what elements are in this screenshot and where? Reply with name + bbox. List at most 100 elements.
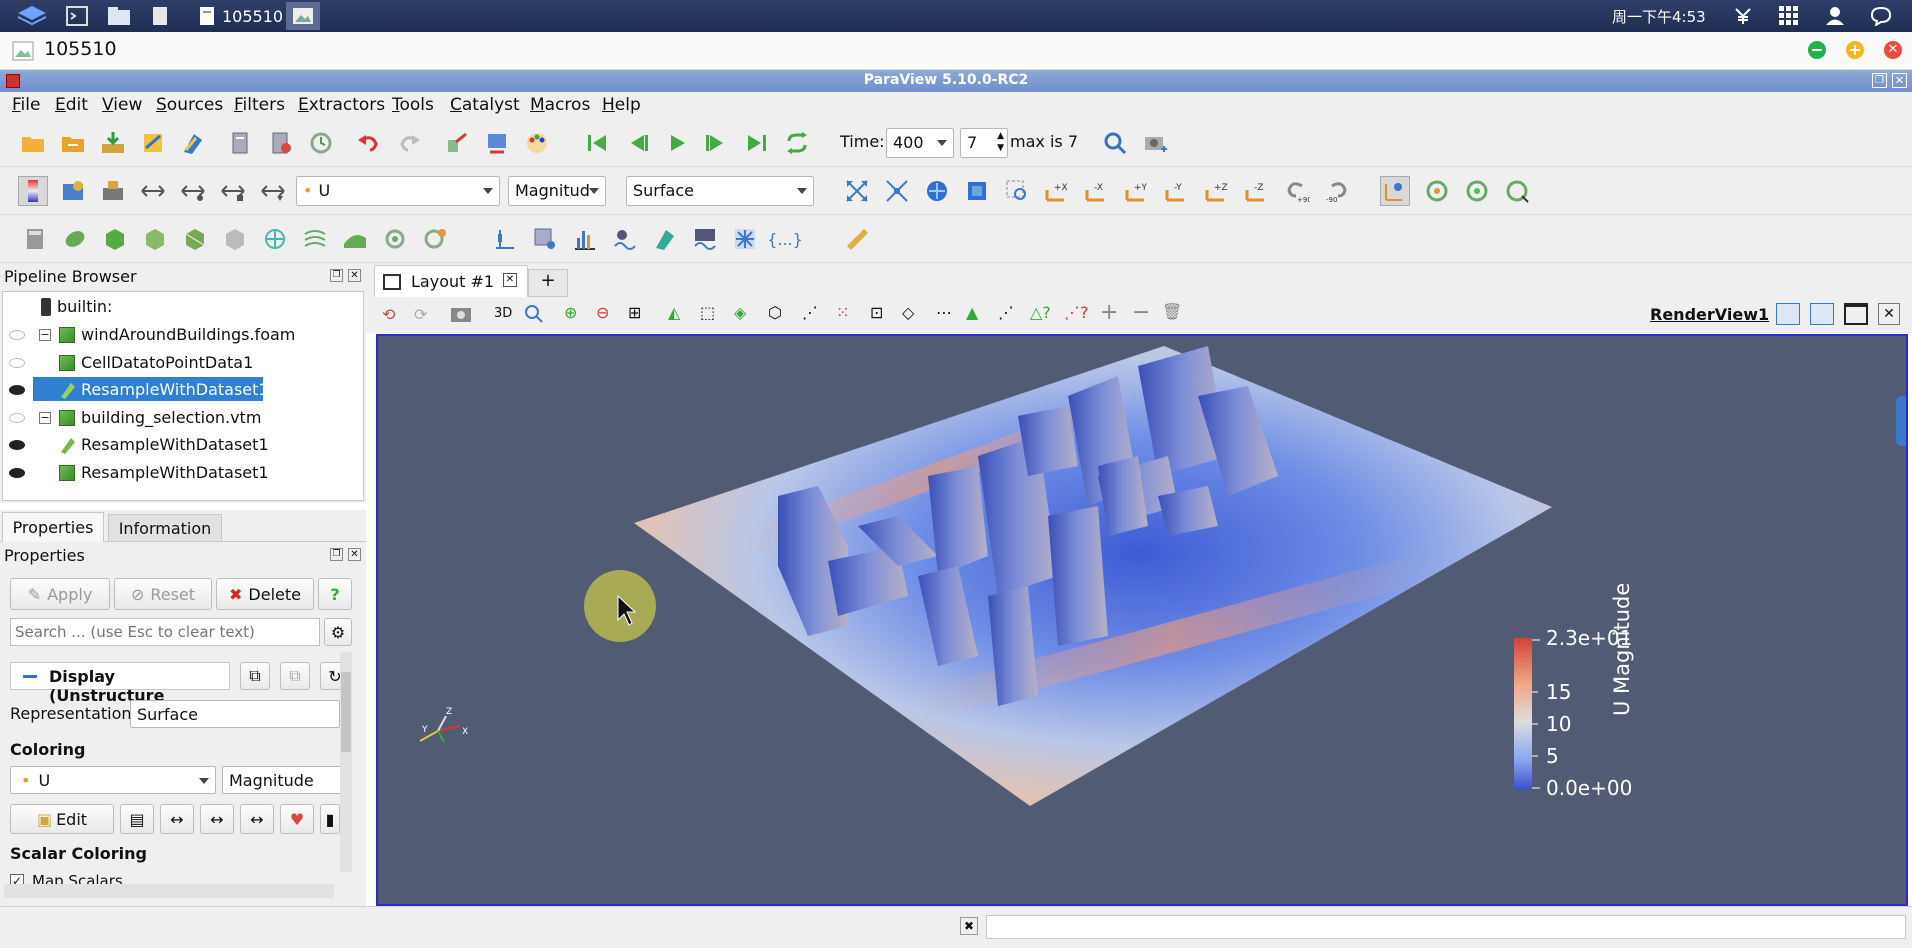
camera-capture-icon[interactable] bbox=[450, 303, 472, 327]
slice-icon[interactable] bbox=[140, 224, 170, 254]
menu-filters[interactable]: Filters bbox=[234, 95, 285, 115]
render-scene[interactable]: X Y Z bbox=[378, 336, 1906, 904]
view-minus-y-icon[interactable]: -Y bbox=[1162, 176, 1192, 206]
menu-view[interactable]: View bbox=[102, 95, 142, 115]
active-image-window-icon[interactable] bbox=[286, 2, 320, 30]
open-recent-icon[interactable] bbox=[58, 128, 88, 158]
last-frame-icon[interactable] bbox=[742, 128, 772, 158]
select-points-on-icon[interactable]: ⊖ bbox=[596, 303, 609, 322]
warp-by-vector-icon[interactable] bbox=[340, 224, 370, 254]
view-plus-y-icon[interactable]: +Y bbox=[1122, 176, 1152, 206]
restore-icon[interactable]: ❐ bbox=[1872, 73, 1887, 88]
view-plus-z-icon[interactable]: +Z bbox=[1202, 176, 1232, 206]
rescale-custom-range-icon[interactable]: ↔ bbox=[200, 804, 234, 834]
select-cells-on-icon[interactable]: ⊕ bbox=[564, 303, 577, 322]
float-panel-icon[interactable]: ❐ bbox=[330, 548, 343, 561]
spin-down-icon[interactable]: ▼ bbox=[997, 143, 1004, 153]
input-method-icon[interactable] bbox=[1728, 2, 1758, 30]
menu-tools[interactable]: Tools bbox=[392, 95, 434, 115]
tree-item-resample-3[interactable]: ResampleWithDataset1 bbox=[3, 460, 363, 486]
capture-screenshot-icon[interactable] bbox=[1140, 128, 1170, 158]
rescale-time-icon[interactable] bbox=[218, 176, 248, 206]
rescale-data-range-icon[interactable]: ↔ bbox=[160, 804, 194, 834]
select-points-icon[interactable]: ⋰ bbox=[998, 303, 1014, 322]
tree-item-windaroundbuildings[interactable]: − windAroundBuildings.foam bbox=[3, 322, 363, 348]
menu-sources[interactable]: Sources bbox=[156, 95, 223, 115]
find-points-icon[interactable]: ⋰? bbox=[1064, 303, 1089, 322]
pick-center-icon[interactable] bbox=[1502, 176, 1532, 206]
previous-frame-icon[interactable] bbox=[622, 128, 652, 158]
terminal-icon[interactable] bbox=[62, 2, 92, 30]
menu-file[interactable]: File bbox=[12, 95, 40, 115]
shrink-selection-icon[interactable]: ◇ bbox=[902, 303, 914, 322]
plot-over-line-icon[interactable] bbox=[490, 224, 520, 254]
extract-subset-icon[interactable] bbox=[220, 224, 250, 254]
split-vertical-icon[interactable] bbox=[1810, 303, 1834, 325]
plot-over-time-icon[interactable] bbox=[690, 224, 720, 254]
time-combobox[interactable]: 400 bbox=[886, 128, 954, 158]
reset-camera-closest-icon[interactable] bbox=[482, 128, 512, 158]
find-data-icon[interactable] bbox=[442, 128, 472, 158]
advanced-gear-icon[interactable]: ⚙ bbox=[324, 618, 352, 646]
find-cells-icon[interactable]: △? bbox=[1030, 303, 1051, 322]
close-view-icon[interactable]: ✕ bbox=[1878, 303, 1900, 325]
status-close-icon[interactable]: ✖ bbox=[960, 917, 978, 935]
rescale-custom-icon[interactable] bbox=[138, 176, 168, 206]
eye-hidden-icon[interactable] bbox=[9, 413, 25, 423]
tree-item-celldatatopointdata[interactable]: CellDatatoPointData1 bbox=[3, 350, 363, 376]
rescale-all-time-icon[interactable] bbox=[258, 176, 288, 206]
tree-item-building-selection[interactable]: − building_selection.vtm bbox=[3, 405, 363, 431]
redo-icon[interactable] bbox=[394, 128, 424, 158]
pv-close-icon[interactable]: ✕ bbox=[1892, 73, 1907, 88]
delete-button[interactable]: ✖ Delete bbox=[216, 578, 314, 610]
zoom-box-icon[interactable] bbox=[1002, 176, 1032, 206]
reset-range-icon[interactable] bbox=[98, 176, 128, 206]
eye-visible-icon[interactable] bbox=[9, 468, 25, 478]
collapse-icon[interactable]: − bbox=[39, 329, 51, 341]
render-view[interactable]: X Y Z 2.3e+01 15 10 5 0.0e+00 U Magnitud… bbox=[376, 334, 1908, 906]
edit-colormap-button[interactable]: ▣ Edit bbox=[10, 804, 114, 834]
show-center-icon[interactable] bbox=[1422, 176, 1452, 206]
tab-information[interactable]: Information bbox=[108, 514, 222, 542]
eye-visible-icon[interactable] bbox=[9, 440, 25, 450]
eye-hidden-icon[interactable] bbox=[9, 330, 25, 340]
reset-session-icon[interactable]: ⟲ bbox=[382, 305, 395, 324]
stream-tracer-icon[interactable] bbox=[300, 224, 330, 254]
color-component-combobox[interactable]: Magnitud bbox=[508, 176, 606, 206]
view-minus-z-icon[interactable]: -Z bbox=[1242, 176, 1272, 206]
eye-hidden-icon[interactable] bbox=[9, 358, 25, 368]
taskbar-window-105510[interactable]: 105510 bbox=[222, 2, 283, 30]
toggle-legend-icon[interactable]: ▮ bbox=[320, 804, 340, 834]
extract-level-icon[interactable] bbox=[420, 224, 450, 254]
menu-edit[interactable]: Edit bbox=[55, 95, 88, 115]
zoom-closest-icon[interactable] bbox=[922, 176, 952, 206]
tree-item-resample-2[interactable]: ResampleWithDataset1 bbox=[3, 432, 363, 458]
file-manager-icon[interactable] bbox=[104, 2, 134, 30]
save-state-icon[interactable] bbox=[138, 128, 168, 158]
close-panel-icon[interactable]: ✕ bbox=[348, 269, 361, 282]
menu-catalyst[interactable]: Catalyst bbox=[450, 95, 520, 115]
loop-icon[interactable] bbox=[782, 128, 812, 158]
display-section-header[interactable]: Display (Unstructure bbox=[10, 662, 230, 705]
group-datasets-icon[interactable] bbox=[380, 224, 410, 254]
add-layout-tab-button[interactable]: + bbox=[528, 269, 568, 297]
representation-combobox[interactable]: Surface bbox=[626, 176, 814, 206]
redo-camera-icon[interactable]: ⟳ bbox=[414, 305, 427, 324]
choose-preset-icon[interactable]: ▤ bbox=[120, 804, 154, 834]
plot-data-icon[interactable] bbox=[610, 224, 640, 254]
zoom-to-data-icon[interactable] bbox=[882, 176, 912, 206]
interactive-select-icon[interactable]: ◈ bbox=[734, 303, 746, 322]
help-button[interactable]: ? bbox=[318, 578, 352, 610]
collapse-icon[interactable]: − bbox=[39, 412, 51, 424]
clear-selection-icon[interactable]: 🗑 bbox=[1162, 302, 1182, 321]
float-panel-icon[interactable]: ❐ bbox=[330, 269, 343, 282]
camera-zoom-icon[interactable] bbox=[524, 304, 544, 328]
select-block-icon[interactable]: ▲ bbox=[966, 303, 978, 322]
clip-icon[interactable] bbox=[100, 224, 130, 254]
color-palette-icon[interactable] bbox=[522, 128, 552, 158]
edit-block-icon[interactable]: ⋯ bbox=[936, 303, 952, 322]
reset-camera-icon[interactable] bbox=[842, 176, 872, 206]
python-script-icon[interactable] bbox=[178, 128, 208, 158]
favorite-preset-icon[interactable]: ♥ bbox=[280, 804, 314, 834]
probe-icon[interactable] bbox=[530, 224, 560, 254]
